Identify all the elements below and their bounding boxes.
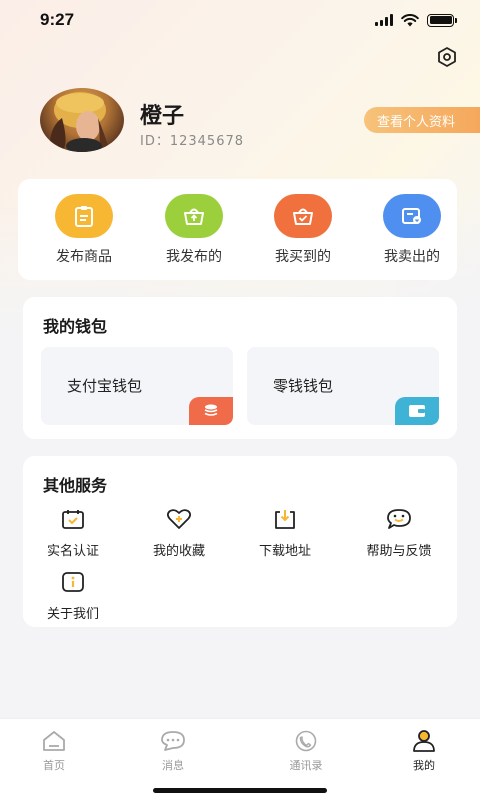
wallet-title: 我的钱包 bbox=[43, 317, 108, 336]
wallet-label: 零钱钱包 bbox=[273, 377, 334, 395]
change-wallet-item[interactable]: 零钱钱包 bbox=[247, 347, 439, 425]
service-label: 关于我们 bbox=[46, 607, 99, 622]
services-title: 其他服务 bbox=[43, 476, 108, 495]
status-bar: 9:27 bbox=[0, 0, 480, 40]
home-indicator bbox=[153, 788, 327, 793]
user-id: ID：12345678 bbox=[140, 134, 245, 149]
quick-action-label: 我发布的 bbox=[166, 249, 222, 265]
info-icon bbox=[23, 569, 123, 595]
service-help-feedback[interactable]: 帮助与反馈 bbox=[349, 506, 449, 559]
quick-action-label: 我买到的 bbox=[275, 249, 331, 265]
heart-plus-icon bbox=[129, 506, 229, 532]
tab-mine[interactable]: 我的 bbox=[384, 727, 464, 773]
message-icon bbox=[133, 727, 213, 755]
wallet-card: 我的钱包 支付宝钱包 零钱钱包 bbox=[23, 297, 457, 439]
download-icon bbox=[235, 506, 335, 532]
basket-up-icon bbox=[165, 194, 223, 238]
service-about-us[interactable]: 关于我们 bbox=[23, 569, 123, 622]
service-label: 下载地址 bbox=[258, 544, 311, 559]
view-profile-button[interactable]: 查看个人资料 bbox=[364, 107, 480, 133]
clipboard-icon bbox=[55, 194, 113, 238]
wifi-icon bbox=[401, 13, 419, 26]
quick-action-bought[interactable]: 我买到的 bbox=[255, 194, 351, 266]
service-label: 实名认证 bbox=[46, 544, 99, 559]
tab-label: 通讯录 bbox=[289, 759, 323, 772]
quick-action-sold[interactable]: 我卖出的 bbox=[364, 194, 460, 266]
quick-actions-card: 发布商品 我发布的 我买到的 我卖出的 bbox=[18, 179, 457, 280]
tab-home[interactable]: 首页 bbox=[14, 727, 94, 773]
wallet-list-icon bbox=[383, 194, 441, 238]
tab-messages[interactable]: 消息 bbox=[133, 727, 213, 773]
status-time: 9:27 bbox=[40, 10, 75, 29]
wallet-icon bbox=[395, 397, 439, 425]
tab-contacts[interactable]: 通讯录 bbox=[266, 727, 346, 773]
home-icon bbox=[14, 727, 94, 755]
user-icon bbox=[384, 727, 464, 755]
service-favorites[interactable]: 我的收藏 bbox=[129, 506, 229, 559]
tab-label: 我的 bbox=[413, 759, 435, 772]
service-download[interactable]: 下载地址 bbox=[235, 506, 335, 559]
status-icons bbox=[375, 13, 457, 27]
settings-button[interactable] bbox=[434, 44, 460, 70]
quick-action-label: 发布商品 bbox=[56, 249, 112, 265]
tab-label: 消息 bbox=[162, 759, 184, 772]
wallet-label: 支付宝钱包 bbox=[67, 377, 143, 395]
quick-action-label: 我卖出的 bbox=[384, 249, 440, 265]
battery-icon bbox=[427, 13, 457, 27]
signal-icon bbox=[375, 14, 393, 26]
basket-check-icon bbox=[274, 194, 332, 238]
username: 橙子 bbox=[140, 104, 185, 129]
avatar-photo bbox=[49, 92, 110, 152]
alipay-wallet-item[interactable]: 支付宝钱包 bbox=[41, 347, 233, 425]
gear-icon bbox=[438, 47, 456, 67]
quick-action-publish[interactable]: 发布商品 bbox=[36, 194, 132, 266]
avatar[interactable] bbox=[40, 88, 124, 152]
service-label: 帮助与反馈 bbox=[366, 544, 432, 559]
chat-smile-icon bbox=[349, 506, 449, 532]
service-label: 我的收藏 bbox=[152, 544, 205, 559]
service-real-name-auth[interactable]: 实名认证 bbox=[23, 506, 123, 559]
calendar-check-icon bbox=[23, 506, 123, 532]
tab-label: 首页 bbox=[43, 759, 65, 772]
services-card: 其他服务 实名认证 我的收藏 下载地址 帮助与反馈 关于我们 bbox=[23, 456, 457, 627]
coin-stack-icon bbox=[189, 397, 233, 425]
phone-book-icon bbox=[266, 727, 346, 755]
quick-action-my-published[interactable]: 我发布的 bbox=[146, 194, 242, 266]
